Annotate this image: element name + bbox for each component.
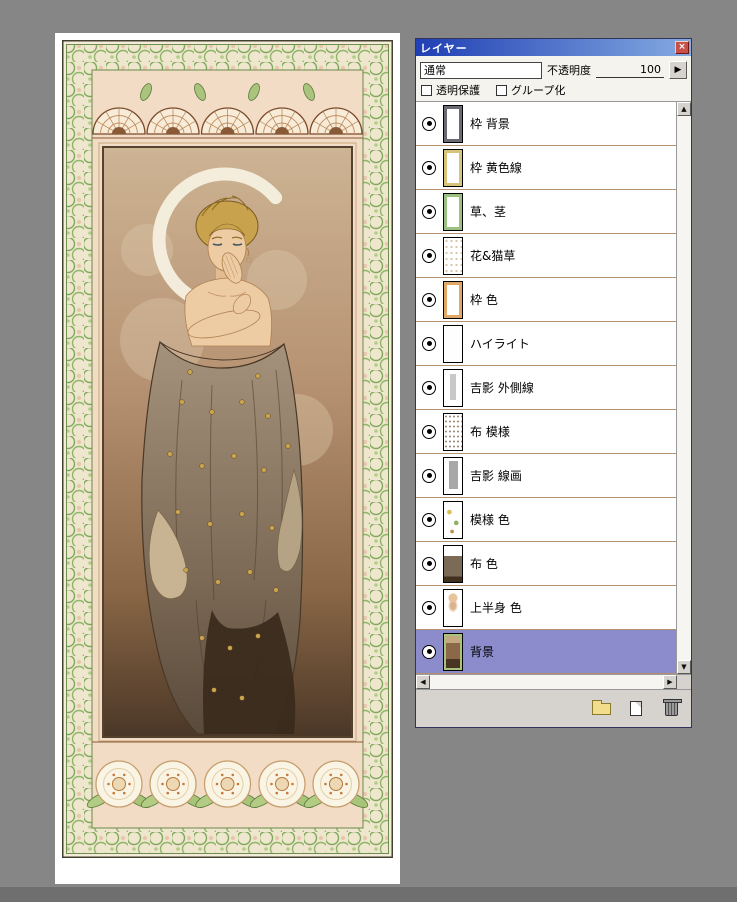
layer-thumbnail[interactable]: [443, 544, 463, 583]
right-arrow-icon: ▶: [667, 678, 673, 686]
palette-title: レイヤー: [420, 41, 468, 55]
layer-name: 布 色: [470, 557, 498, 571]
palette-titlebar[interactable]: レイヤー ×: [416, 39, 691, 56]
layer-name: 上半身 色: [470, 601, 522, 615]
layer-name: 背景: [470, 645, 495, 659]
left-arrow-icon: ◀: [420, 678, 426, 686]
layer-thumbnail[interactable]: [443, 368, 463, 407]
visibility-eye-icon[interactable]: [422, 380, 436, 395]
layers-palette: レイヤー × 通常 不透明度 100 ▶ 透明保護 グループ化 枠 背景枠 黄色…: [415, 38, 692, 728]
trash-icon: [662, 699, 682, 716]
vertical-scrollbar[interactable]: ▲ ▼: [676, 102, 691, 674]
layer-list: 枠 背景枠 黄色線草、茎花&猫草枠 色ハイライト吉影 外側線布 模様吉影 線画模…: [416, 102, 676, 674]
layer-thumbnail[interactable]: [443, 104, 463, 143]
visibility-eye-icon[interactable]: [422, 204, 436, 219]
layer-row[interactable]: 花&猫草: [416, 234, 676, 278]
visibility-eye-icon[interactable]: [422, 160, 436, 175]
layer-row[interactable]: 布 色: [416, 542, 676, 586]
layer-thumbnail[interactable]: [443, 412, 463, 451]
layer-row[interactable]: 枠 背景: [416, 102, 676, 146]
visibility-eye-icon[interactable]: [422, 600, 436, 615]
visibility-eye-icon[interactable]: [422, 248, 436, 263]
layer-row[interactable]: 上半身 色: [416, 586, 676, 630]
layer-name: 草、茎: [470, 205, 507, 219]
layer-row[interactable]: 枠 黄色線: [416, 146, 676, 190]
visibility-eye-icon[interactable]: [422, 512, 436, 527]
preserve-transparency-label: 透明保護: [436, 84, 480, 97]
close-icon: ×: [678, 42, 686, 52]
group-option[interactable]: グループ化: [496, 82, 565, 98]
layer-thumbnail[interactable]: [443, 148, 463, 187]
layer-name: 吉影 線画: [470, 469, 522, 483]
scroll-down-button[interactable]: ▼: [677, 660, 691, 674]
visibility-eye-icon[interactable]: [422, 116, 436, 131]
palette-toolbar: [416, 689, 691, 727]
new-layer-button[interactable]: [625, 699, 647, 719]
panel-expand-button[interactable]: ▶: [669, 61, 687, 79]
layer-row[interactable]: ハイライト: [416, 322, 676, 366]
layer-row[interactable]: 布 模様: [416, 410, 676, 454]
scroll-up-button[interactable]: ▲: [677, 102, 691, 116]
delete-layer-button[interactable]: [660, 699, 682, 719]
preserve-transparency-option[interactable]: 透明保護: [421, 82, 480, 98]
right-triangle-icon: ▶: [674, 65, 682, 75]
layer-name: 枠 色: [470, 293, 498, 307]
canvas-page[interactable]: [55, 33, 400, 884]
vertical-scroll-track[interactable]: [677, 116, 691, 660]
layer-list-region: 枠 背景枠 黄色線草、茎花&猫草枠 色ハイライト吉影 外側線布 模様吉影 線画模…: [416, 101, 691, 674]
visibility-eye-icon[interactable]: [422, 556, 436, 571]
visibility-eye-icon[interactable]: [422, 336, 436, 351]
layer-row[interactable]: 草、茎: [416, 190, 676, 234]
layer-row[interactable]: 模様 色: [416, 498, 676, 542]
group-label: グループ化: [511, 84, 566, 97]
layer-name: 花&猫草: [470, 249, 516, 263]
folder-icon: [591, 699, 611, 715]
layer-name: 吉影 外側線: [470, 381, 534, 395]
layer-name: 枠 黄色線: [470, 161, 522, 175]
layer-row[interactable]: 吉影 外側線: [416, 366, 676, 410]
scroll-right-button[interactable]: ▶: [663, 675, 677, 689]
window-bottom-edge: [0, 887, 737, 902]
visibility-eye-icon[interactable]: [422, 468, 436, 483]
visibility-eye-icon[interactable]: [422, 644, 436, 659]
artwork-image: [62, 40, 393, 858]
preserve-transparency-checkbox[interactable]: [421, 84, 432, 96]
down-arrow-icon: ▼: [681, 663, 687, 671]
layer-thumbnail[interactable]: [443, 632, 463, 671]
layer-name: 模様 色: [470, 513, 510, 527]
visibility-eye-icon[interactable]: [422, 292, 436, 307]
horizontal-scrollbar[interactable]: ◀ ▶: [416, 674, 691, 689]
scrollbar-corner: [677, 675, 691, 689]
blend-mode-select[interactable]: 通常: [420, 61, 542, 79]
layer-thumbnail[interactable]: [443, 280, 463, 319]
layer-thumbnail[interactable]: [443, 500, 463, 539]
group-checkbox[interactable]: [496, 84, 507, 96]
visibility-eye-icon[interactable]: [422, 424, 436, 439]
close-button[interactable]: ×: [675, 41, 689, 54]
blend-opacity-row: 通常 不透明度 100 ▶: [416, 56, 691, 81]
horizontal-scroll-track[interactable]: [430, 675, 663, 689]
opacity-label: 不透明度: [547, 64, 591, 77]
layer-name: 布 模様: [470, 425, 510, 439]
layer-row[interactable]: 枠 色: [416, 278, 676, 322]
layer-row[interactable]: 背景: [416, 630, 676, 674]
layer-thumbnail[interactable]: [443, 236, 463, 275]
layer-thumbnail[interactable]: [443, 192, 463, 231]
layer-name: 枠 背景: [470, 117, 510, 131]
opacity-value-field[interactable]: 100: [596, 63, 664, 78]
layer-row[interactable]: 吉影 線画: [416, 454, 676, 498]
new-folder-button[interactable]: [590, 699, 612, 719]
layer-thumbnail[interactable]: [443, 324, 463, 363]
new-layer-icon: [630, 701, 642, 716]
up-arrow-icon: ▲: [681, 105, 687, 113]
scroll-left-button[interactable]: ◀: [416, 675, 430, 689]
layer-name: ハイライト: [470, 337, 530, 351]
layer-thumbnail[interactable]: [443, 456, 463, 495]
layer-option-row: 透明保護 グループ化: [416, 81, 691, 101]
layer-thumbnail[interactable]: [443, 588, 463, 627]
application-window: { "window": { "background": "#868686" },…: [0, 0, 737, 902]
